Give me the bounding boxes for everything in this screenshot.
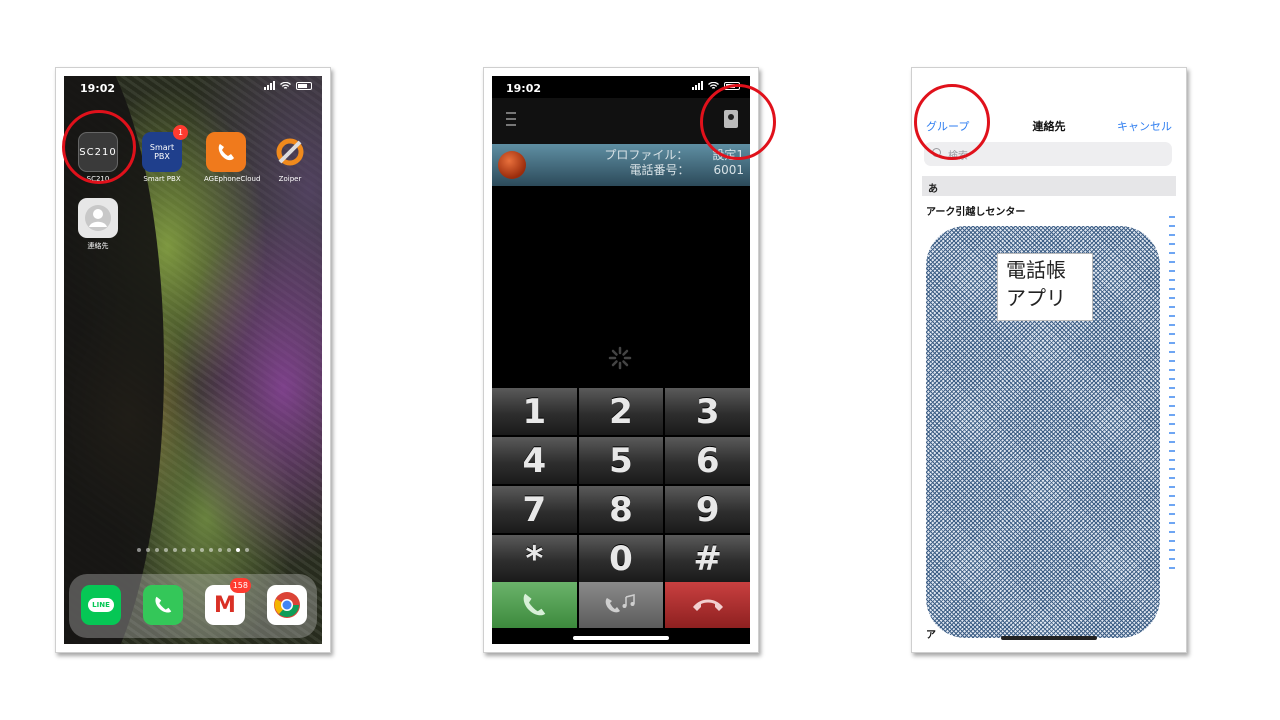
- key-6[interactable]: 6: [665, 437, 750, 484]
- status-time: 19:02: [506, 82, 542, 95]
- number-label: 電話番号：: [629, 163, 690, 177]
- profile-label: プロファイル：: [604, 148, 689, 162]
- app-sc210[interactable]: SC210 SC210: [76, 132, 120, 183]
- key-1[interactable]: 1: [492, 388, 577, 435]
- app-contacts[interactable]: 連絡先: [76, 198, 120, 251]
- profile-row: プロファイル： 設定1: [604, 148, 744, 163]
- search-field[interactable]: 検索: [924, 142, 1172, 166]
- app-zoiper[interactable]: Zoiper: [268, 132, 312, 183]
- contact-row[interactable]: ア: [926, 626, 936, 641]
- status-time: 19:02: [80, 82, 116, 95]
- key-0[interactable]: 0: [578, 535, 664, 582]
- contacts-screen: グループ 連絡先 キャンセル 検索 あ アーク引越しセンター ア 電話帳 アプリ: [920, 76, 1178, 644]
- search-icon: [932, 148, 941, 157]
- app-agephonecloud[interactable]: AGEphoneCloud: [204, 132, 261, 183]
- key-5[interactable]: 5: [578, 437, 664, 484]
- agephone-icon: [206, 132, 246, 172]
- zoiper-icon: [270, 132, 310, 172]
- notification-badge: 1: [173, 125, 188, 140]
- key-hash[interactable]: #: [665, 535, 750, 582]
- dock-gmail[interactable]: M 158: [203, 578, 251, 625]
- contact-row[interactable]: アーク引越しセンター: [926, 203, 1025, 218]
- alphabet-index[interactable]: [1169, 216, 1175, 576]
- app-label: Zoiper: [278, 175, 302, 183]
- cancel-button[interactable]: キャンセル: [1117, 118, 1172, 134]
- page-indicator[interactable]: [64, 548, 322, 552]
- loading-spinner-icon: [608, 346, 632, 370]
- slide: 19:02 SC210 SC210 Smart PBX 1 Smart PBX …: [0, 0, 1280, 720]
- dialer-screen: 19:02 プロファイル： 設定1 電話番号： 6001 1 2 3 4 5 6…: [492, 76, 750, 644]
- number-row: 電話番号： 6001: [604, 163, 744, 178]
- phone-dialer-screen: 19:02 プロファイル： 設定1 電話番号： 6001 1 2 3 4 5 6…: [483, 67, 759, 653]
- handset-music-icon: [605, 594, 635, 613]
- notification-badge: 158: [229, 578, 251, 593]
- key-2[interactable]: 2: [578, 388, 664, 435]
- phone-home-screen: 19:02 SC210 SC210 Smart PBX 1 Smart PBX …: [55, 67, 331, 653]
- battery-icon: [296, 81, 312, 90]
- hangup-button[interactable]: [665, 582, 750, 628]
- number-value: 6001: [713, 163, 744, 177]
- key-star[interactable]: *: [492, 535, 577, 582]
- line-icon: LINE: [81, 585, 121, 625]
- app-label: 連絡先: [87, 242, 109, 250]
- overlay-label-line: 電話帳: [1006, 258, 1066, 282]
- contacts-app-icon: [78, 198, 118, 238]
- key-7[interactable]: 7: [492, 486, 577, 533]
- home-screen: 19:02 SC210 SC210 Smart PBX 1 Smart PBX …: [64, 76, 322, 644]
- signal-icon: [264, 81, 275, 90]
- key-3[interactable]: 3: [665, 388, 750, 435]
- ringtone-button[interactable]: [578, 582, 664, 628]
- call-controls: [492, 582, 750, 628]
- app-label: SC210: [86, 175, 110, 183]
- home-indicator[interactable]: [1001, 636, 1097, 640]
- section-header: あ: [922, 176, 1176, 196]
- profile-bar: プロファイル： 設定1 電話番号： 6001: [492, 144, 750, 186]
- chrome-icon: [267, 585, 307, 625]
- dial-keypad: 1 2 3 4 5 6 7 8 9 * 0 #: [492, 388, 750, 582]
- call-handset-icon: [524, 593, 546, 616]
- call-button[interactable]: [492, 582, 577, 628]
- registration-status-icon: [498, 151, 526, 179]
- dialer-toolbar: [492, 98, 750, 144]
- gmail-icon: M 158: [205, 578, 251, 625]
- phone-contacts-screen: グループ 連絡先 キャンセル 検索 あ アーク引越しセンター ア 電話帳 アプリ: [911, 67, 1187, 653]
- battery-icon: [724, 81, 740, 90]
- dock-line[interactable]: LINE: [79, 585, 123, 625]
- phone-icon: [143, 585, 183, 625]
- app-label: Smart PBX: [143, 175, 181, 183]
- wifi-icon: [708, 81, 719, 89]
- overlay-label: 電話帳 アプリ: [997, 253, 1093, 321]
- status-bar: 19:02: [64, 76, 322, 98]
- dock-phone[interactable]: [141, 585, 185, 625]
- status-bar: 19:02: [492, 76, 750, 98]
- profile-value: 設定1: [712, 148, 744, 162]
- contacts-book-icon[interactable]: [724, 110, 738, 128]
- home-indicator[interactable]: [573, 636, 669, 640]
- key-8[interactable]: 8: [578, 486, 664, 533]
- smart-pbx-icon: Smart PBX 1: [142, 125, 188, 172]
- wifi-icon: [280, 81, 291, 89]
- signal-icon: [692, 81, 703, 90]
- overlay-label-line: アプリ: [1006, 286, 1066, 310]
- app-label: AGEphoneCloud: [204, 175, 261, 183]
- hangup-icon: [692, 599, 723, 611]
- navigation-bar: グループ 連絡先 キャンセル: [920, 112, 1178, 136]
- dock-chrome[interactable]: [265, 585, 309, 625]
- menu-icon[interactable]: [506, 112, 516, 126]
- search-placeholder: 検索: [948, 151, 968, 162]
- sc210-icon: SC210: [78, 132, 118, 172]
- app-smart-pbx[interactable]: Smart PBX 1 Smart PBX: [140, 125, 188, 183]
- key-9[interactable]: 9: [665, 486, 750, 533]
- key-4[interactable]: 4: [492, 437, 577, 484]
- dock: LINE M 158: [69, 574, 317, 638]
